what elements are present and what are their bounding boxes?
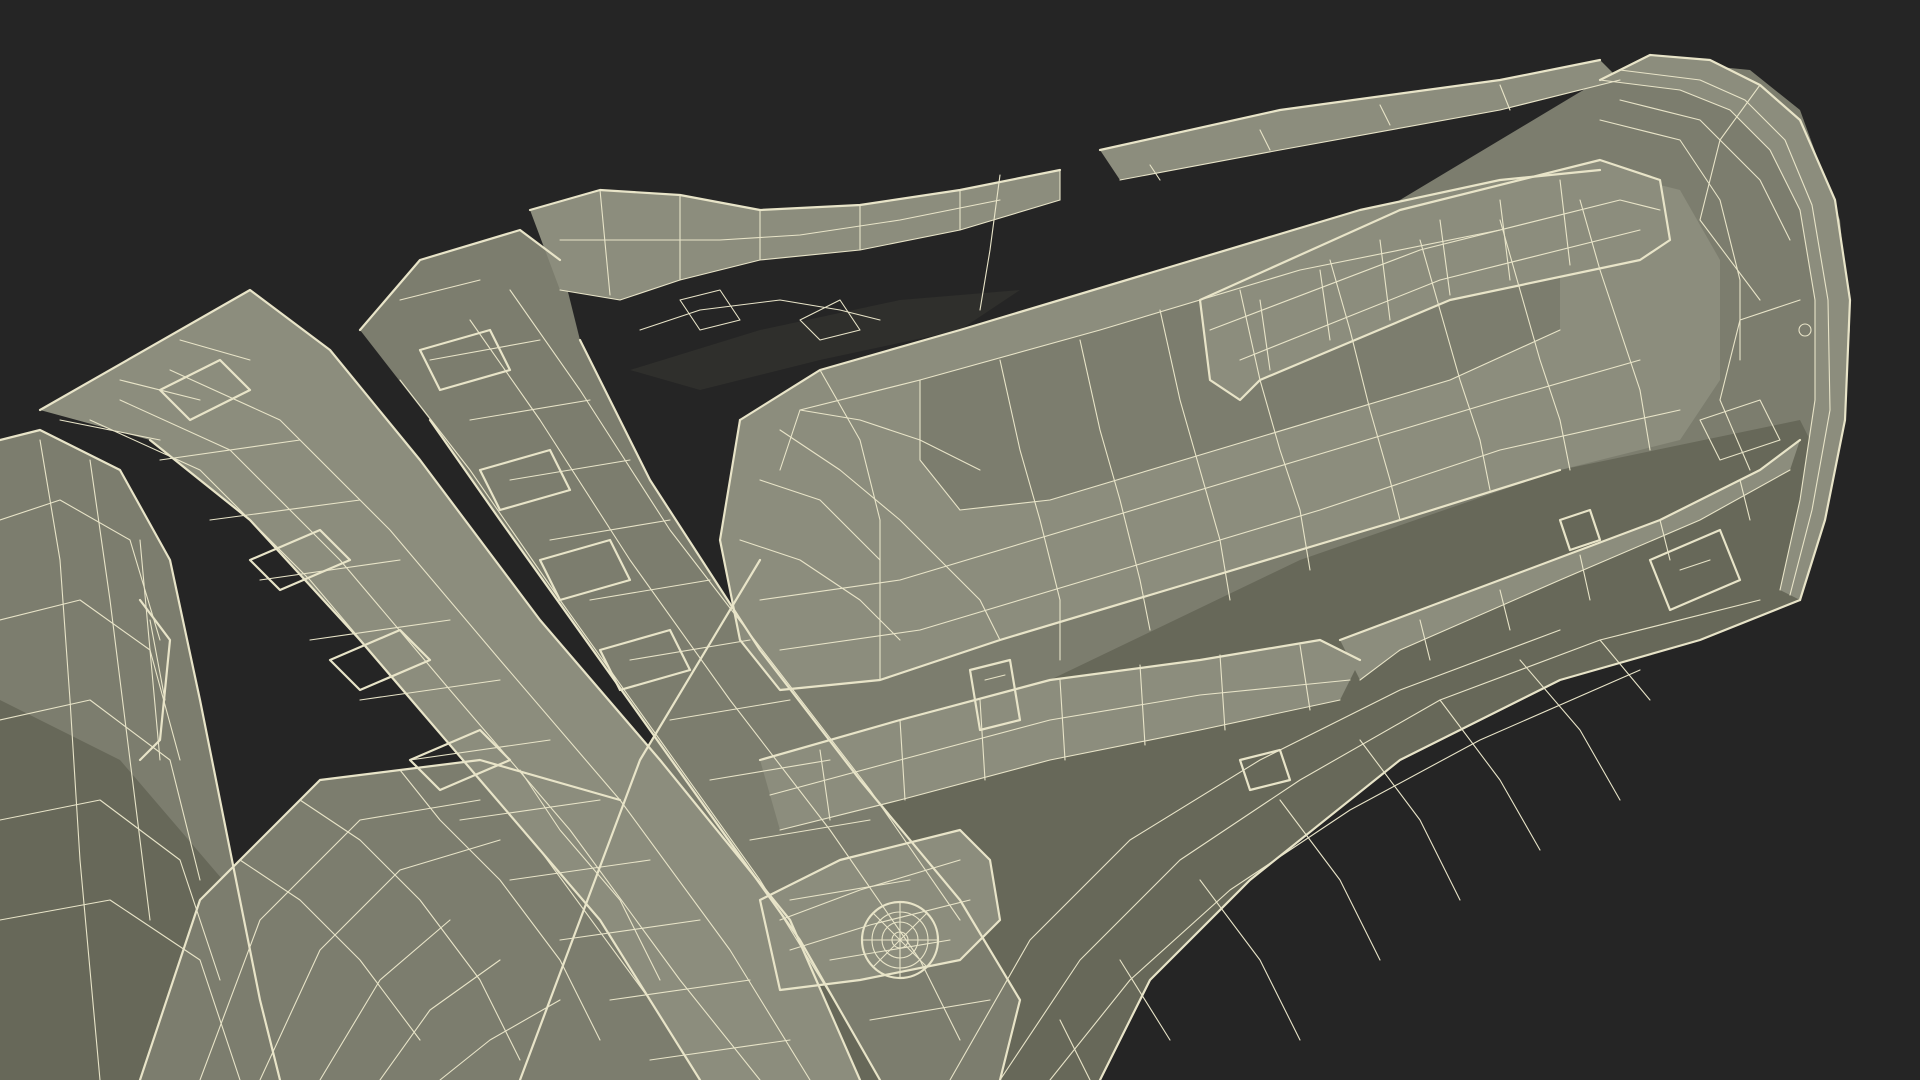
wireframe-render <box>0 53 1852 1080</box>
3d-viewport[interactable] <box>0 0 1920 1080</box>
